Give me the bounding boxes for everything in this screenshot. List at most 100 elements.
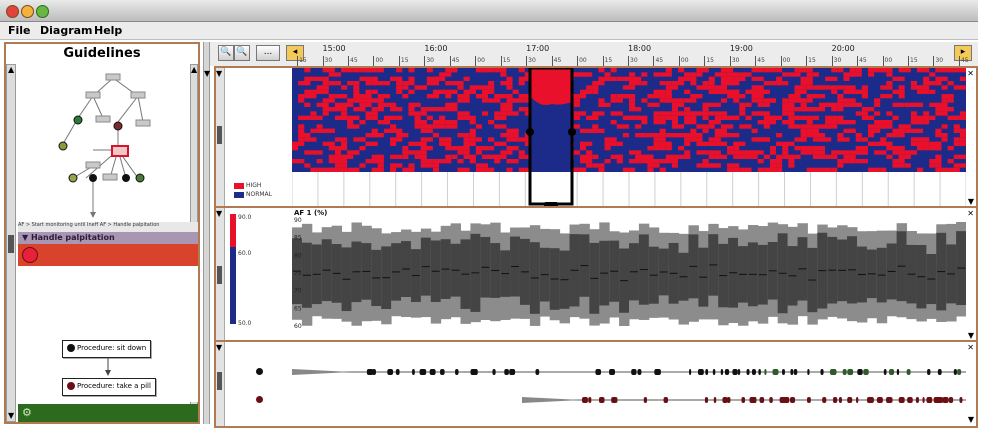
heatmap-cell-high	[733, 98, 740, 103]
right-scroll-up-icon[interactable]: ▲	[191, 66, 197, 74]
time-ruler[interactable]: 15 30 45 15:00 00 15 30 45 16:00 00 15 30 45 17:00 00 1…	[292, 42, 969, 66]
heatmap-collapse-icon[interactable]: ▼	[216, 70, 222, 78]
event-timeline[interactable]	[292, 342, 966, 422]
band-down-icon[interactable]: ▼	[968, 332, 974, 340]
tree-node-circle[interactable]	[68, 173, 78, 183]
heatmap-cell-high	[432, 159, 446, 164]
heatmap-cell-high	[359, 94, 366, 99]
footer-icon[interactable]: ⚙	[22, 406, 32, 419]
splitter-collapse-icon[interactable]: ▼	[204, 70, 210, 78]
tree-node-circle[interactable]	[122, 174, 130, 182]
close-window-button[interactable]	[6, 5, 19, 18]
tree-node-circle[interactable]	[135, 173, 145, 183]
heatmap-close-icon[interactable]: ✕	[967, 70, 974, 78]
heatmap-down-icon[interactable]: ▼	[968, 198, 974, 206]
heatmap-cell-high	[929, 102, 942, 107]
band-y-tick-label: 60	[294, 323, 302, 330]
heatmap-cell-high	[518, 81, 525, 86]
heatmap-cell-high	[432, 120, 446, 125]
heatmap-cell-high	[818, 107, 826, 112]
heatmap-cell-high	[849, 102, 862, 107]
heatmap-cell-high	[647, 154, 654, 159]
zoom-window-button[interactable]	[36, 5, 49, 18]
heatmap-cell-high	[739, 124, 752, 129]
tree-node-circle[interactable]	[58, 141, 68, 151]
procedure-sit-down[interactable]: Procedure: sit down	[62, 340, 152, 358]
heatmap-scroll-thumb[interactable]	[217, 126, 222, 144]
zoom-in-button[interactable]: 🔍	[218, 45, 234, 61]
minimize-window-button[interactable]	[21, 5, 34, 18]
more-options-button[interactable]: ...	[256, 45, 280, 61]
heatmap-cell-high	[659, 72, 672, 77]
event-mark	[705, 369, 709, 375]
heatmap-cell-high	[800, 76, 813, 81]
tree-node-active[interactable]	[111, 145, 129, 157]
band-close-icon[interactable]: ✕	[967, 210, 974, 218]
heatmap-scrollbar[interactable]: ▼	[216, 68, 225, 208]
events-scrollbar[interactable]: ▼	[216, 342, 225, 426]
heatmap-cell-high	[457, 115, 464, 120]
band-collapse-icon[interactable]: ▼	[216, 210, 222, 218]
heatmap-cell-high	[506, 146, 519, 151]
heatmap-cell-high	[855, 89, 868, 94]
scroll-down-arrow-icon[interactable]: ▼	[8, 412, 14, 420]
guideline-breadcrumb: AF > Start monitoring until Ineff AF > H…	[18, 222, 198, 232]
heatmap-cell-high	[616, 124, 629, 129]
heatmap-cell-high	[390, 76, 403, 81]
tree-node-circle[interactable]	[73, 115, 83, 125]
af-band-chart[interactable]: 90 85 80 75 70 65 60 AF 1 (%)	[292, 208, 966, 338]
menu-help[interactable]: Help	[94, 24, 122, 37]
tree-node-root[interactable]	[105, 73, 121, 81]
events-close-icon[interactable]: ✕	[967, 344, 974, 352]
heatmap-cell-high	[341, 94, 348, 99]
heatmap-cell-high	[806, 85, 813, 90]
heatmap-cell-high	[573, 94, 580, 99]
heatmap-cell-high	[959, 115, 966, 120]
heatmap-cell-high	[855, 159, 868, 164]
tree-node[interactable]	[95, 115, 111, 123]
heatmap-cell-high	[659, 94, 666, 99]
heatmap-cell-high	[739, 76, 746, 81]
tree-node[interactable]	[85, 161, 101, 169]
zoom-out-button[interactable]: 🔍	[234, 45, 250, 61]
guidelines-panel: Guidelines ▲ ▼ ▲ ▼	[4, 42, 200, 424]
tree-node[interactable]	[102, 173, 118, 181]
tree-node-circle[interactable]	[113, 121, 123, 131]
band-scroll-thumb[interactable]	[217, 266, 222, 284]
heatmap-grid[interactable]	[292, 68, 966, 206]
selection-left-handle[interactable]	[526, 128, 534, 136]
tree-node[interactable]	[85, 91, 101, 99]
heatmap-cell-high	[402, 146, 409, 151]
heatmap-cell-high	[408, 68, 415, 73]
procedure-take-pill[interactable]: Procedure: take a pill	[62, 378, 156, 396]
heatmap-cell-high	[408, 107, 415, 112]
selection-high-fill	[530, 68, 572, 105]
heatmap-cell-high	[690, 111, 703, 116]
panel-splitter[interactable]: ▼	[203, 42, 210, 424]
stop-step-icon[interactable]	[22, 247, 38, 263]
heatmap-cell-high	[598, 128, 605, 133]
scroll-thumb[interactable]	[8, 235, 14, 253]
guidelines-scrollbar[interactable]: ▲ ▼	[6, 64, 16, 422]
scroll-up-arrow-icon[interactable]: ▲	[8, 66, 14, 74]
events-scroll-thumb[interactable]	[217, 372, 222, 390]
heatmap-cell-high	[953, 163, 966, 168]
selection-right-handle[interactable]	[568, 128, 576, 136]
heatmap-cell-high	[475, 163, 482, 168]
tree-node[interactable]	[135, 119, 151, 127]
heatmap-cell-high	[494, 141, 507, 146]
heatmap-cell-high	[500, 133, 513, 138]
heatmap-cell-high	[371, 89, 378, 94]
active-step-bar[interactable]	[18, 244, 198, 266]
ruler-tick	[449, 56, 451, 66]
band-scrollbar[interactable]: ▼	[216, 208, 225, 342]
heatmap-cell-high	[622, 133, 629, 138]
tree-node-circle[interactable]	[89, 174, 97, 182]
events-collapse-icon[interactable]: ▼	[216, 344, 222, 352]
menu-diagram[interactable]: Diagram	[40, 24, 93, 37]
heatmap-cell-high	[316, 102, 329, 107]
tree-node[interactable]	[130, 91, 146, 99]
heatmap-cell-high	[959, 111, 966, 116]
events-down-icon[interactable]: ▼	[968, 416, 974, 424]
menu-file[interactable]: File	[8, 24, 31, 37]
